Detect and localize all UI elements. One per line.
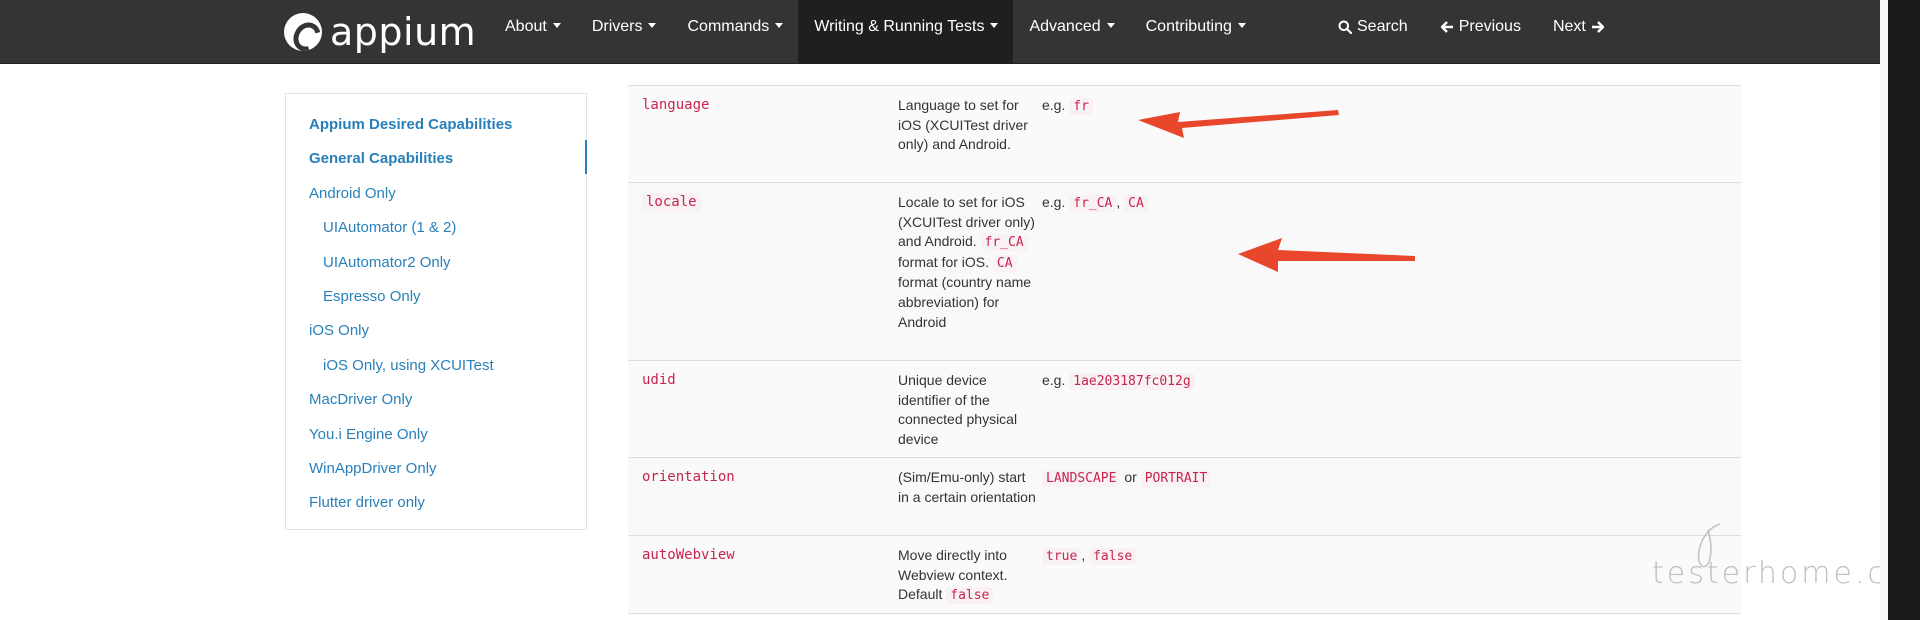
capability-name: udid (642, 372, 676, 388)
sidebar-item-uiautomator[interactable]: UIAutomator (1 & 2) (286, 211, 586, 245)
nav-item-advanced[interactable]: Advanced (1013, 0, 1129, 64)
eg-label: e.g. (1042, 372, 1066, 388)
capability-name: orientation (642, 469, 735, 485)
value-code: 1ae203187fc012g (1069, 373, 1195, 390)
capability-values: e.g. 1ae203187fc012g (1042, 371, 1195, 392)
sidebar-item-macdriver-only[interactable]: MacDriver Only (286, 383, 586, 417)
capability-values: e.g. fr_CA, CA (1042, 193, 1148, 214)
brand-link[interactable]: appium (284, 12, 476, 52)
capability-description: Unique device identifier of the connecte… (898, 372, 1018, 447)
capability-name-cell: orientation (642, 468, 735, 486)
nav-item-drivers[interactable]: Drivers (576, 0, 672, 64)
nav-item-label: Writing & Running Tests (814, 18, 985, 35)
value-code: false (1089, 548, 1137, 565)
capability-name-cell: locale (642, 193, 701, 211)
nav-item-writing-running-tests[interactable]: Writing & Running Tests (798, 0, 1014, 64)
nav-item-label: About (505, 18, 547, 35)
value-separator: , (1116, 194, 1125, 210)
annotation-arrow-icon (1238, 238, 1415, 272)
capability-name-cell: language (642, 96, 709, 114)
caret-down-icon (1106, 23, 1115, 29)
sidebar-active-indicator (585, 140, 587, 174)
brand-text: appium (330, 10, 477, 54)
capability-values: true, false (1042, 546, 1137, 567)
eg-label: e.g. (1042, 97, 1066, 113)
annotation-arrow-icon (1138, 110, 1339, 138)
sidebar-item-appium-desired-capabilities[interactable]: Appium Desired Capabilities (286, 108, 586, 142)
sidebar-item-espresso-only[interactable]: Espresso Only (286, 280, 586, 314)
capability-values: e.g. fr (1042, 96, 1093, 117)
capability-name: autoWebview (642, 547, 735, 563)
value-code: fr (1069, 98, 1093, 115)
search-label: Search (1357, 18, 1408, 35)
caret-down-icon (775, 23, 784, 29)
table-row: orientation (Sim/Emu-only) start in a ce… (628, 458, 1741, 536)
value-code: fr_CA (1069, 195, 1117, 212)
sidebar-item-flutter-driver-only[interactable]: Flutter driver only (286, 486, 586, 520)
value-code: true (1042, 548, 1082, 565)
arrow-left-icon (1440, 20, 1453, 33)
sidebar-item-ios-only[interactable]: iOS Only (286, 314, 586, 348)
window-edge-highlight (1880, 0, 1888, 620)
capability-name: locale (642, 193, 701, 211)
top-navbar: appium About Drivers Commands Writing & … (0, 0, 1880, 64)
sidebar-item-youi-engine-only[interactable]: You.i Engine Only (286, 418, 586, 452)
previous-link[interactable]: Previous (1424, 0, 1537, 53)
next-link[interactable]: Next (1537, 0, 1621, 53)
eg-label: e.g. (1042, 194, 1066, 210)
inline-code: CA (992, 254, 1017, 272)
caret-down-icon (1237, 23, 1246, 29)
nav-item-commands[interactable]: Commands (671, 0, 798, 64)
nav-item-label: Drivers (591, 18, 643, 35)
nav-right: Search Previous Next (1322, 0, 1621, 64)
sidebar-item-ios-xcuitest[interactable]: iOS Only, using XCUITest (286, 349, 586, 383)
description-text: format (country name abbreviation) for A… (898, 274, 1032, 330)
caret-down-icon (552, 23, 561, 29)
next-label: Next (1552, 18, 1586, 35)
capability-description: Move directly into Webview context. Defa… (898, 546, 1038, 606)
arrow-right-icon (1591, 20, 1605, 33)
table-row: autoWebview Move directly into Webview c… (628, 536, 1741, 614)
sidebar-item-winappdriver-only[interactable]: WinAppDriver Only (286, 452, 586, 486)
sidebar-toc: Appium Desired Capabilities General Capa… (285, 93, 587, 530)
description-text: format for iOS. (898, 253, 993, 270)
search-link[interactable]: Search (1322, 0, 1424, 53)
value-separator: or (1120, 469, 1141, 485)
page: appium About Drivers Commands Writing & … (0, 0, 1920, 620)
nav-item-contributing[interactable]: Contributing (1130, 0, 1261, 64)
capability-values: LANDSCAPE or PORTRAIT (1042, 468, 1212, 489)
nav-menu: About Drivers Commands Writing & Running… (489, 0, 1261, 64)
nav-item-label: Advanced (1029, 18, 1101, 35)
caret-down-icon (648, 23, 657, 29)
capability-description: Locale to set for iOS (XCUITest driver o… (898, 193, 1038, 332)
sidebar-item-android-only[interactable]: Android Only (286, 177, 586, 211)
value-separator: , (1081, 547, 1090, 563)
search-icon (1338, 20, 1352, 34)
sidebar-item-uiautomator2-only[interactable]: UIAutomator2 Only (286, 246, 586, 280)
capability-name-cell: autoWebview (642, 546, 735, 564)
sidebar-item-general-capabilities[interactable]: General Capabilities (286, 142, 586, 176)
value-code: CA (1124, 195, 1148, 212)
capability-name: language (642, 97, 710, 113)
table-row: udid Unique device identifier of the con… (628, 361, 1741, 458)
capability-description: Language to set for iOS (XCUITest driver… (898, 97, 1028, 153)
table-row: locale Locale to set for iOS (XCUITest d… (628, 183, 1741, 361)
inline-code: false (946, 587, 994, 605)
value-code: PORTRAIT (1140, 470, 1212, 487)
caret-down-icon (990, 23, 999, 29)
nav-item-about[interactable]: About (489, 0, 576, 64)
appium-logo-icon (284, 13, 322, 51)
previous-label: Previous (1458, 18, 1521, 35)
inline-code: fr_CA (980, 234, 1028, 252)
capability-name-cell: udid (642, 371, 676, 389)
nav-item-label: Commands (687, 18, 770, 35)
capabilities-table: language Language to set for iOS (XCUITe… (628, 85, 1741, 614)
nav-item-label: Contributing (1145, 18, 1232, 35)
capability-description: (Sim/Emu-only) start in a certain orient… (898, 469, 1036, 505)
value-code: LANDSCAPE (1042, 470, 1121, 487)
